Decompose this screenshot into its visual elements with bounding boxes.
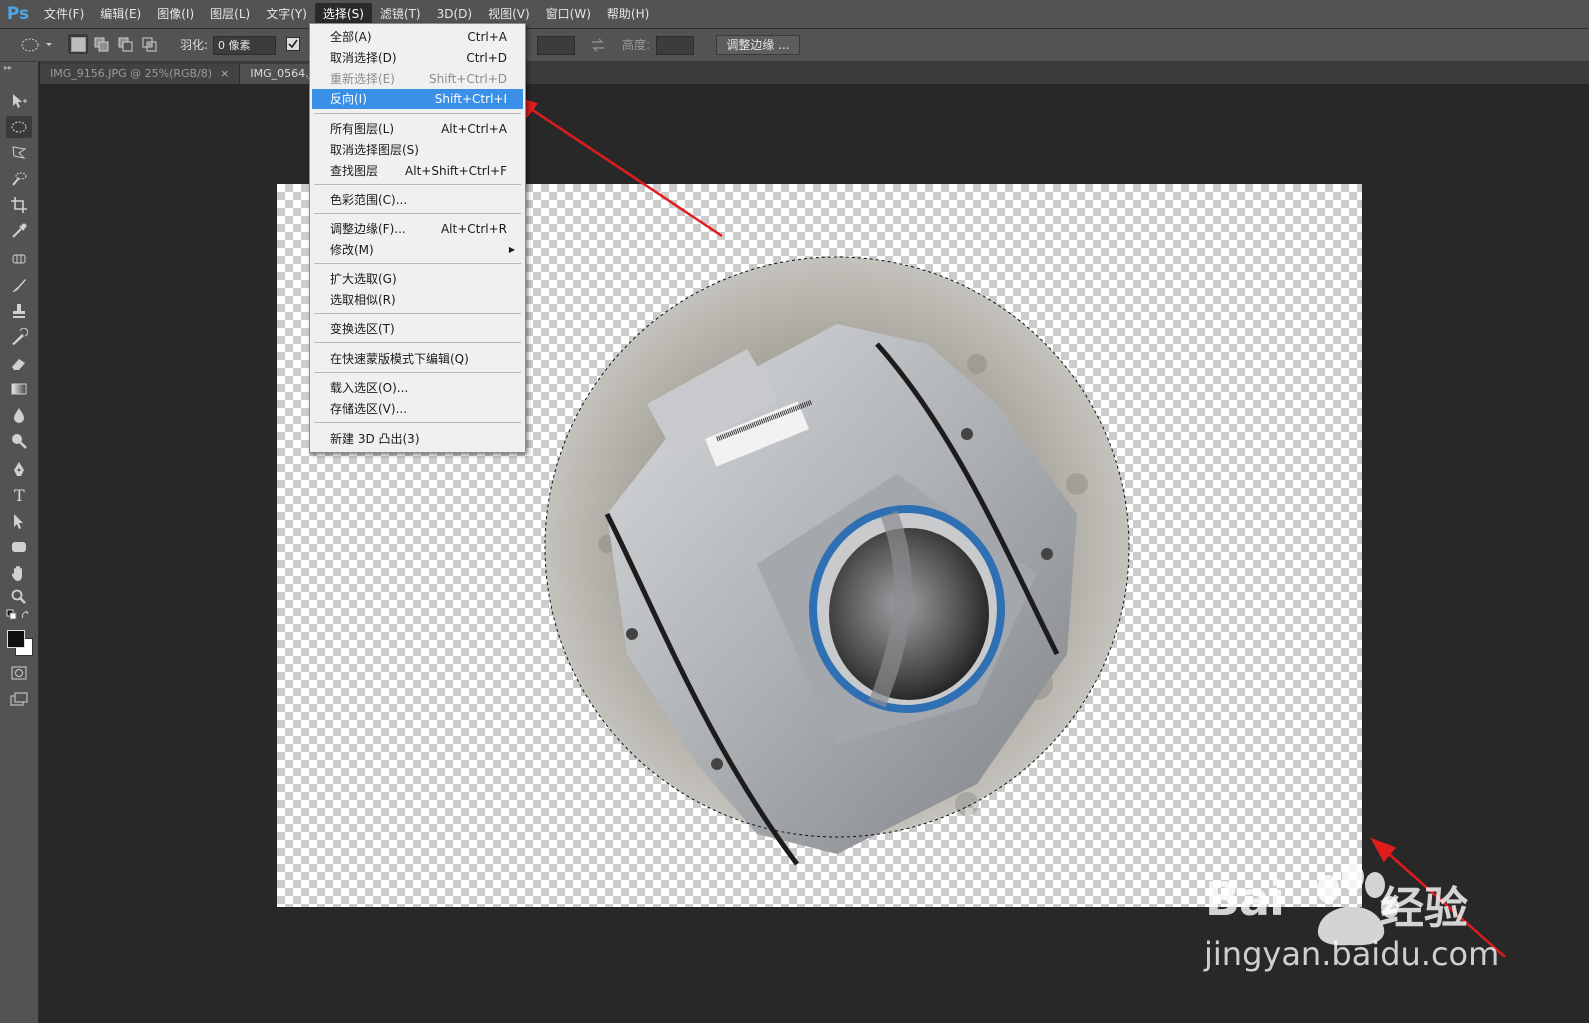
anti-alias-checkbox[interactable] (286, 37, 300, 51)
select-menu-dropdown: 全部(A) Ctrl+A 取消选择(D) Ctrl+D 重新选择(E) Shift+C… (309, 23, 526, 453)
menu-item-refine-edge[interactable]: 调整边缘(F)... Alt+Ctrl+R (312, 219, 523, 239)
move-tool-icon[interactable] (6, 90, 32, 112)
menu-separator (314, 342, 521, 343)
polygonal-lasso-tool-icon[interactable] (6, 142, 32, 164)
type-tool-icon[interactable]: T (6, 484, 32, 506)
subtract-selection-icon[interactable] (118, 37, 134, 57)
menu-edit[interactable]: 编辑(E) (92, 3, 149, 25)
menu-item-quick-mask[interactable]: 在快速蒙版模式下编辑(Q) (312, 349, 523, 369)
intersect-selection-icon[interactable] (142, 37, 158, 57)
menu-help[interactable]: 帮助(H) (599, 3, 657, 25)
history-brush-tool-icon[interactable] (6, 326, 32, 348)
tab-title: IMG_9156.JPG @ 25%(RGB/8) (50, 67, 213, 80)
zoom-tool-icon[interactable] (6, 586, 32, 608)
quick-mask-icon[interactable] (6, 662, 32, 684)
color-swatches[interactable] (6, 626, 33, 658)
menu-separator (314, 113, 521, 114)
new-selection-icon (71, 37, 86, 52)
menu-item-find-layers[interactable]: 查找图层 Alt+Shift+Ctrl+F (312, 161, 523, 181)
menu-3d[interactable]: 3D(D) (429, 3, 480, 25)
tools-panel: ▸▸ T (0, 62, 39, 1023)
add-to-selection-icon[interactable] (94, 37, 110, 57)
menu-separator (314, 213, 521, 214)
rectangle-tool-icon[interactable] (6, 536, 32, 558)
watermark-bai-text: Bai (1205, 872, 1285, 926)
menu-separator (314, 422, 521, 423)
pen-tool-icon[interactable] (6, 458, 32, 480)
refine-edge-button[interactable]: 调整边缘 ... (716, 35, 800, 55)
menu-bar: Ps 文件(F) 编辑(E) 图像(I) 图层(L) 文字(Y) 选择(S) 滤… (0, 0, 1589, 29)
menu-window[interactable]: 窗口(W) (538, 3, 599, 25)
menu-type[interactable]: 文字(Y) (258, 3, 315, 25)
menu-item-load-selection[interactable]: 载入选区(O)... (312, 378, 523, 398)
menu-filter[interactable]: 滤镜(T) (372, 3, 429, 25)
submenu-arrow-icon: ▶ (508, 245, 515, 254)
options-bar: 羽化: 0 像素 高度: 调整边缘 ... (0, 29, 1589, 62)
menu-item-grow[interactable]: 扩大选取(G) (312, 269, 523, 289)
menu-separator (314, 372, 521, 373)
menu-view[interactable]: 视图(V) (480, 3, 538, 25)
menu-layer[interactable]: 图层(L) (202, 3, 258, 25)
photoshop-logo: Ps (6, 4, 30, 24)
dodge-tool-icon[interactable] (6, 430, 32, 452)
menu-item-reselect: 重新选择(E) Shift+Ctrl+D (330, 72, 507, 86)
brush-tool-icon[interactable] (6, 274, 32, 296)
watermark-url: jingyan.baidu.com (1204, 935, 1500, 973)
eraser-tool-icon[interactable] (6, 352, 32, 374)
feather-input[interactable]: 0 像素 (213, 36, 276, 55)
path-selection-tool-icon[interactable] (6, 510, 32, 532)
menu-item-similar[interactable]: 选取相似(R) (312, 290, 523, 310)
height-label: 高度: (622, 38, 651, 52)
crop-tool-icon[interactable] (6, 194, 32, 216)
spot-healing-brush-icon[interactable] (6, 248, 32, 270)
height-input[interactable] (656, 36, 694, 55)
new-selection-button[interactable] (68, 34, 88, 54)
menu-separator (314, 263, 521, 264)
menu-file[interactable]: 文件(F) (36, 3, 92, 25)
foreground-color-swatch[interactable] (7, 630, 25, 648)
eyedropper-tool-icon[interactable] (6, 220, 32, 242)
menu-item-color-range[interactable]: 色彩范围(C)... (312, 190, 523, 210)
menu-item-transform-selection[interactable]: 变换选区(T) (312, 319, 523, 339)
menu-item-modify[interactable]: 修改(M) ▶ (312, 240, 523, 260)
menu-separator (314, 313, 521, 314)
menu-item-new-3d-extrusion[interactable]: 新建 3D 凸出(3) (312, 429, 523, 449)
feather-label: 羽化: (180, 38, 209, 52)
menu-item-all[interactable]: 全部(A) Ctrl+A (312, 27, 523, 47)
menu-item-deselect[interactable]: 取消选择(D) Ctrl+D (312, 48, 523, 68)
panel-grip-icon[interactable]: ▸▸ (4, 63, 34, 72)
default-colors-icon[interactable] (6, 608, 32, 622)
menu-image[interactable]: 图像(I) (149, 3, 202, 25)
elliptical-marquee-preset-icon[interactable] (20, 36, 54, 56)
screen-mode-icon[interactable] (6, 688, 32, 710)
quick-selection-tool-icon[interactable] (6, 168, 32, 190)
blur-tool-icon[interactable] (6, 404, 32, 426)
menu-item-save-selection[interactable]: 存储选区(V)... (312, 399, 523, 419)
svg-text:T: T (14, 486, 25, 504)
close-tab-icon[interactable]: × (220, 67, 229, 80)
hand-tool-icon[interactable] (6, 562, 32, 584)
menu-item-deselect-layers[interactable]: 取消选择图层(S) (312, 140, 523, 160)
menu-item-all-layers[interactable]: 所有图层(L) Alt+Ctrl+A (312, 119, 523, 139)
width-input[interactable] (537, 36, 575, 55)
menu-separator (314, 184, 521, 185)
document-tab-bar: IMG_9156.JPG @ 25%(RGB/8) × IMG_0564.JP (40, 62, 1589, 84)
watermark-brand: 经验 (1380, 883, 1468, 934)
swap-dimensions-icon[interactable] (591, 38, 605, 58)
elliptical-marquee-tool-icon[interactable] (6, 116, 32, 138)
tab-img-9156[interactable]: IMG_9156.JPG @ 25%(RGB/8) × (40, 64, 241, 84)
menu-select[interactable]: 选择(S) (314, 3, 372, 25)
gradient-tool-icon[interactable] (6, 378, 32, 400)
menu-item-inverse[interactable]: 反向(I) Shift+Ctrl+I (312, 89, 523, 109)
clone-stamp-tool-icon[interactable] (6, 300, 32, 322)
